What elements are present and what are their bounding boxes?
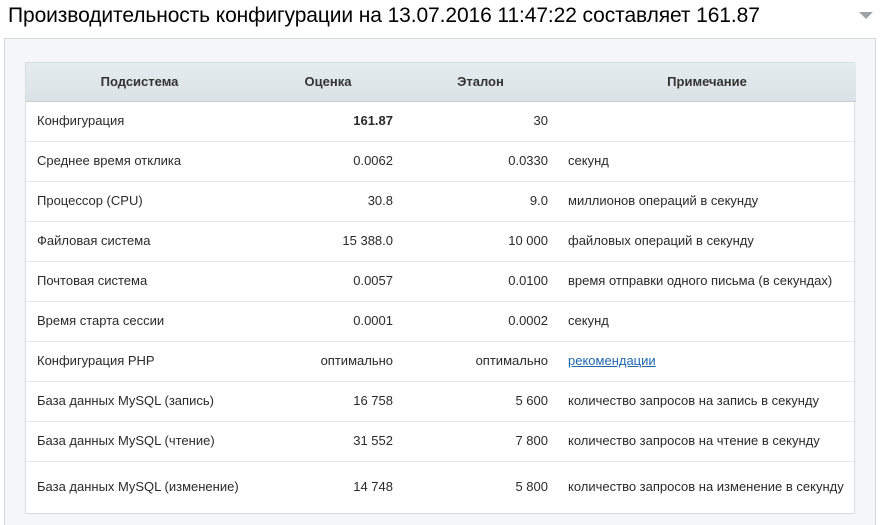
cell-reference: 5 800 — [515, 479, 548, 495]
cell-subsystem: База данных MySQL (изменение) — [37, 479, 239, 495]
cell-score: 0.0001 — [353, 313, 393, 328]
cell-note: миллионов операций в секунду — [568, 193, 759, 208]
table-row: Конфигурация PHP оптимально оптимально р… — [26, 341, 856, 381]
cell-reference: 10 000 — [508, 233, 548, 248]
cell-reference: 30 — [533, 113, 548, 128]
cell-subsystem: Время старта сессии — [37, 313, 165, 328]
page-title: Производительность конфигурации на 13.07… — [8, 4, 760, 27]
cell-score: 15 388.0 — [342, 233, 393, 248]
performance-table: Подсистема Оценка Эталон Примечание Конф… — [25, 62, 856, 514]
cell-score: оптимально — [320, 353, 393, 368]
cell-note — [558, 101, 856, 141]
title-bar: Производительность конфигурации на 13.07… — [0, 0, 881, 36]
column-header-score: Оценка — [253, 63, 403, 102]
cell-score: 0.0057 — [353, 273, 393, 288]
cell-note: количество запросов на запись в секунду — [568, 393, 820, 408]
cell-subsystem: Процессор (CPU) — [37, 193, 143, 208]
cell-reference: 0.0330 — [508, 153, 548, 168]
cell-reference: 0.0002 — [508, 313, 548, 328]
cell-reference: оптимально — [475, 353, 548, 368]
table-row: Почтовая система 0.0057 0.0100 время отп… — [26, 261, 856, 301]
cell-score: 31 552 — [353, 433, 393, 448]
cell-reference: 5 600 — [515, 393, 548, 408]
table-row: Файловая система 15 388.0 10 000 файловы… — [26, 221, 856, 261]
cell-note: секунд — [568, 313, 609, 328]
cell-subsystem: Файловая система — [37, 233, 151, 248]
column-header-note: Примечание — [558, 63, 856, 102]
cell-reference: 9.0 — [529, 193, 548, 208]
cell-note: количество запросов на изменение в секун… — [568, 479, 844, 495]
cell-score: 14 748 — [353, 479, 393, 495]
table-row: База данных MySQL (чтение) 31 552 7 800 … — [26, 421, 856, 461]
cell-score: 16 758 — [353, 393, 393, 408]
table-header-row: Подсистема Оценка Эталон Примечание — [26, 63, 856, 102]
cell-subsystem: Среднее время отклика — [37, 153, 182, 168]
chevron-down-icon[interactable] — [857, 6, 875, 24]
cell-score: 0.0062 — [353, 153, 393, 168]
table-row: Среднее время отклика 0.0062 0.0330 секу… — [26, 141, 856, 181]
table-row: База данных MySQL (запись) 16 758 5 600 … — [26, 381, 856, 421]
cell-subsystem: Почтовая система — [37, 273, 148, 288]
cell-score: 30.8 — [367, 193, 393, 208]
column-header-subsystem: Подсистема — [26, 63, 253, 102]
cell-reference: 0.0100 — [508, 273, 548, 288]
performance-panel: Подсистема Оценка Эталон Примечание Конф… — [4, 38, 876, 525]
cell-subsystem: База данных MySQL (чтение) — [37, 433, 215, 448]
cell-note: время отправки одного письма (в секундах… — [568, 273, 833, 288]
cell-note: секунд — [568, 153, 609, 168]
column-header-reference: Эталон — [403, 63, 558, 102]
cell-subsystem: Конфигурация — [37, 113, 125, 128]
recommendations-link[interactable]: рекомендации — [568, 353, 656, 368]
cell-subsystem: База данных MySQL (запись) — [37, 393, 214, 408]
table-row: Время старта сессии 0.0001 0.0002 секунд — [26, 301, 856, 341]
cell-note: файловых операций в секунду — [568, 233, 754, 248]
cell-note: количество запросов на чтение в секунду — [568, 433, 820, 448]
table-row: Процессор (CPU) 30.8 9.0 миллионов опера… — [26, 181, 856, 221]
cell-subsystem: Конфигурация PHP — [37, 353, 155, 368]
cell-reference: 7 800 — [515, 433, 548, 448]
table-row: База данных MySQL (изменение) 14 748 5 8… — [26, 461, 856, 513]
cell-note: рекомендации — [558, 341, 856, 381]
table-row: Конфигурация 161.87 30 — [26, 101, 856, 141]
cell-score: 161.87 — [353, 113, 393, 128]
